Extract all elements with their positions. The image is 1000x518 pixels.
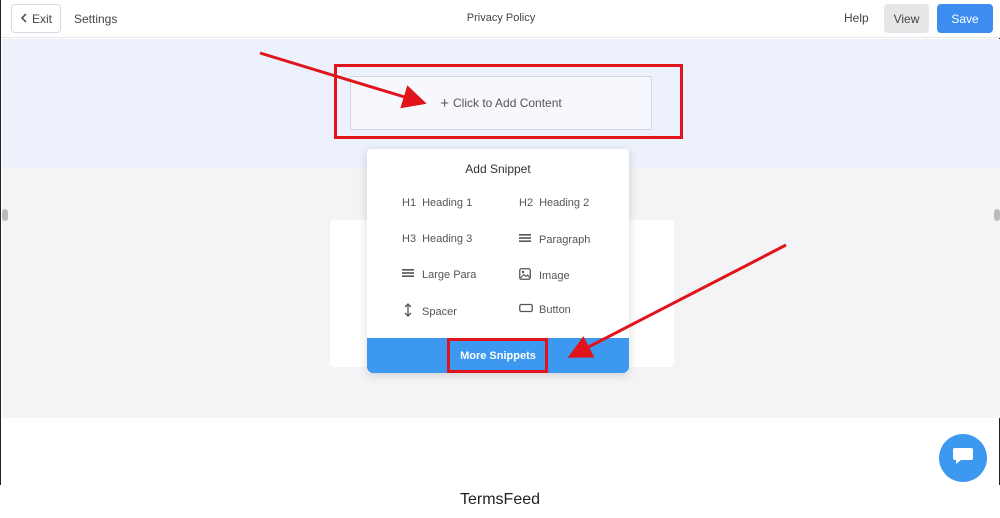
snippet-button[interactable]: Button: [519, 303, 571, 316]
snippet-label: Heading 1: [422, 197, 473, 209]
snippet-label: Heading 3: [422, 233, 473, 245]
snippet-heading-3[interactable]: H3 Heading 3: [402, 233, 472, 245]
snippet-spacer[interactable]: Spacer: [402, 303, 457, 320]
annotation-highlight-box: [334, 64, 683, 139]
snippet-label: Image: [539, 269, 570, 282]
exit-button[interactable]: Exit: [11, 4, 61, 33]
right-resize-handle[interactable]: [994, 209, 1000, 221]
chat-bubble-icon: [952, 446, 974, 471]
help-link[interactable]: Help: [844, 11, 869, 25]
snippet-label: Button: [539, 303, 571, 316]
vertical-arrows-icon: [402, 303, 416, 320]
h1-icon: H1: [402, 197, 417, 209]
annotation-highlight-box: [447, 338, 548, 373]
popup-title: Add Snippet: [465, 162, 531, 176]
app-window: Exit Settings Privacy Policy Help View S…: [0, 0, 1000, 485]
button-shape-icon: [519, 303, 533, 316]
chat-button[interactable]: [939, 434, 987, 482]
h3-icon: H3: [402, 233, 417, 245]
image-icon: [519, 268, 533, 283]
snippet-label: Large Para: [422, 268, 477, 281]
paragraph-icon: [519, 233, 533, 246]
snippet-label: Heading 2: [539, 197, 590, 209]
save-button[interactable]: Save: [937, 4, 993, 33]
snippet-label: Paragraph: [539, 233, 591, 246]
h2-icon: H2: [519, 197, 534, 209]
settings-link[interactable]: Settings: [74, 12, 117, 26]
snippet-label: Spacer: [422, 305, 457, 318]
snippet-heading-2[interactable]: H2 Heading 2: [519, 197, 589, 209]
left-resize-handle[interactable]: [2, 209, 8, 221]
snippet-large-para[interactable]: Large Para: [402, 268, 476, 281]
large-para-icon: [402, 268, 416, 281]
top-toolbar: Exit Settings Privacy Policy Help View S…: [1, 0, 1000, 38]
brand-footer: TermsFeed: [459, 491, 541, 508]
snippet-heading-1[interactable]: H1 Heading 1: [402, 197, 472, 209]
snippet-paragraph[interactable]: Paragraph: [519, 233, 590, 246]
snippet-image[interactable]: Image: [519, 268, 570, 283]
exit-label: Exit: [31, 11, 52, 26]
chevron-left-icon: [20, 12, 28, 26]
view-button[interactable]: View: [884, 4, 929, 33]
